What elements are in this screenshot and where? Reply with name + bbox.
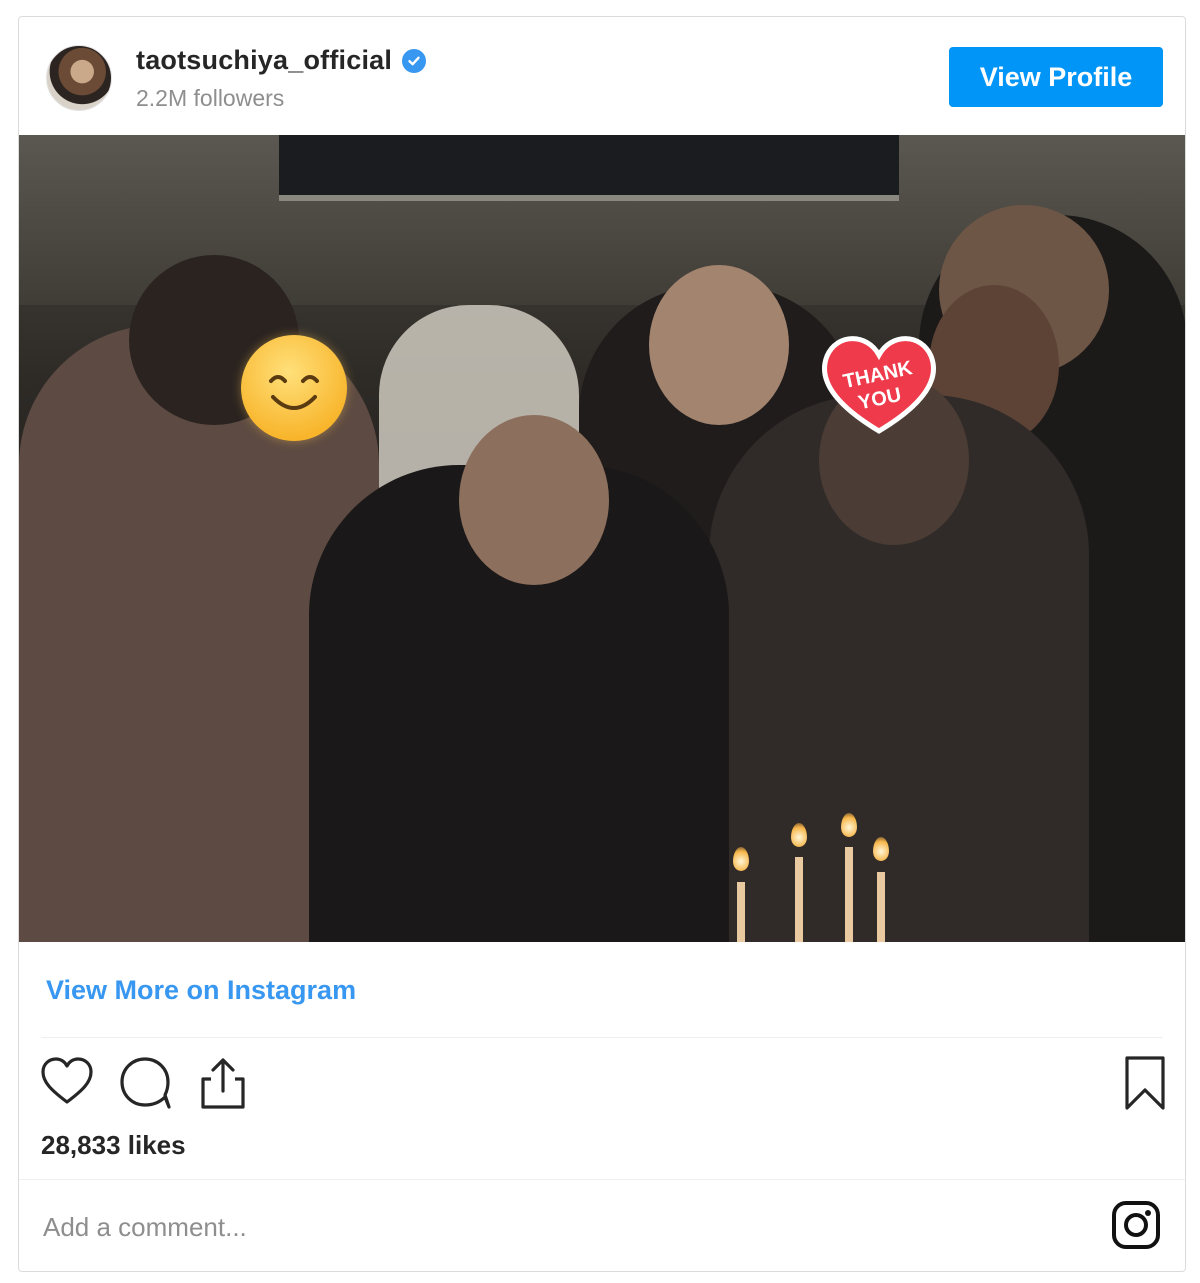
view-profile-button[interactable]: View Profile <box>949 47 1163 107</box>
username-row: taotsuchiya_official <box>136 45 427 76</box>
action-bar <box>19 1055 1185 1115</box>
comment-input[interactable] <box>41 1189 1085 1265</box>
likes-count[interactable]: 28,833 likes <box>41 1130 186 1161</box>
candle <box>877 872 885 942</box>
person-figure <box>709 375 1089 942</box>
candle <box>795 857 803 942</box>
verified-badge-icon <box>402 48 427 73</box>
bookmark-icon[interactable] <box>1117 1055 1173 1111</box>
candle <box>737 882 745 942</box>
divider <box>41 1037 1163 1038</box>
avatar[interactable] <box>46 45 112 111</box>
candle <box>845 847 853 942</box>
post-header: taotsuchiya_official 2.2M followers View… <box>19 17 1185 135</box>
smile-emoji-sticker <box>241 335 347 441</box>
username[interactable]: taotsuchiya_official <box>136 45 392 76</box>
person-figure <box>309 415 729 942</box>
divider <box>19 1179 1185 1180</box>
post-photo[interactable]: THANK YOU <box>19 135 1185 942</box>
thank-you-heart-sticker: THANK YOU <box>819 331 939 437</box>
share-icon[interactable] <box>195 1055 251 1111</box>
instagram-icon[interactable] <box>1111 1200 1161 1250</box>
instagram-embed-card: taotsuchiya_official 2.2M followers View… <box>18 16 1186 1272</box>
heart-icon[interactable] <box>39 1055 95 1111</box>
follower-count: 2.2M followers <box>136 85 285 111</box>
view-more-link[interactable]: View More on Instagram <box>46 975 356 1006</box>
comment-icon[interactable] <box>117 1055 173 1111</box>
